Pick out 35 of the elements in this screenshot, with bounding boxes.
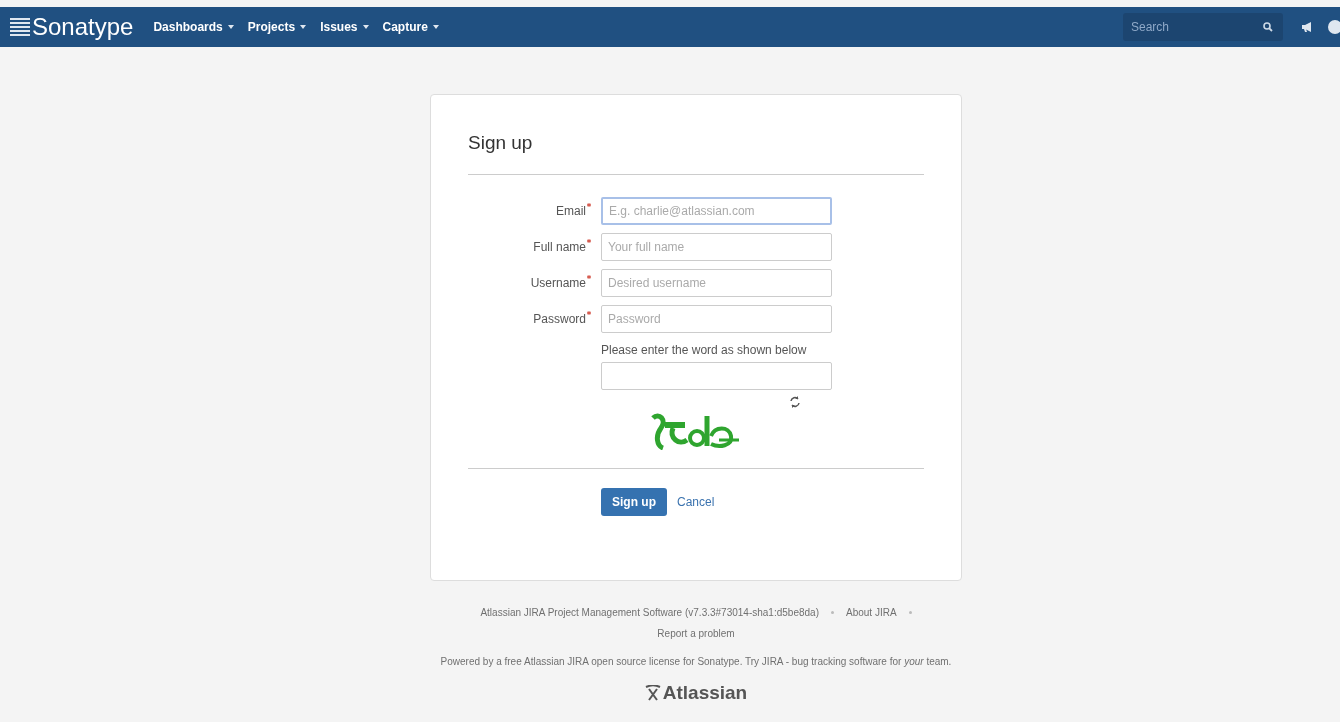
separator-dot-icon: [830, 611, 834, 614]
form-title: Sign up: [468, 133, 534, 152]
nav-menu[interactable]: Dashboards: [153, 18, 234, 36]
captcha-prompt: Please enter the word as shown below: [601, 344, 808, 356]
text-input[interactable]: Your full name: [601, 233, 832, 261]
sign-up-button[interactable]: Sign up: [601, 488, 667, 516]
refresh-icon[interactable]: [789, 396, 801, 408]
field-label: Email: [556, 203, 586, 220]
caret-icon: [362, 25, 369, 29]
search-field[interactable]: Search: [1123, 13, 1283, 41]
captcha-input[interactable]: [601, 362, 832, 390]
license-text: Powered by a free Atlassian JIRA open source license for Sonatype. Try JIRA - bug tracking software for your team.: [440, 655, 952, 669]
separator-dot-icon: [908, 611, 912, 614]
text-input[interactable]: Password: [601, 305, 832, 333]
nav-menu[interactable]: Issues: [320, 18, 369, 36]
about-link[interactable]: About JIRA: [845, 605, 897, 620]
sonatype-logo[interactable]: Sonatype: [32, 15, 134, 39]
cancel-link[interactable]: Cancel: [677, 493, 715, 511]
caret-icon: [227, 25, 234, 29]
report-problem-link[interactable]: Report a problem: [657, 626, 735, 641]
atlassian-logo-icon: [644, 684, 661, 701]
help-icon[interactable]: [1327, 19, 1340, 35]
field-label: Password: [533, 311, 586, 328]
field-label: Full name: [533, 239, 586, 256]
menu-lines-icon: [10, 18, 30, 36]
nav-menu[interactable]: Projects: [247, 18, 307, 36]
atlassian-wordmark: Atlassian: [662, 683, 748, 702]
caret-icon: [432, 25, 439, 29]
caret-icon: [300, 25, 307, 29]
field-label: Username: [530, 275, 586, 292]
search-icon: [1263, 22, 1273, 32]
text-input[interactable]: E.g. charlie@atlassian.com: [601, 197, 832, 225]
version-text: Atlassian JIRA Project Management Software (v7.3.3#73014-sha1:d5be8da): [480, 606, 819, 620]
text-input[interactable]: Desired username: [601, 269, 832, 297]
nav-menu[interactable]: Capture: [382, 18, 439, 36]
